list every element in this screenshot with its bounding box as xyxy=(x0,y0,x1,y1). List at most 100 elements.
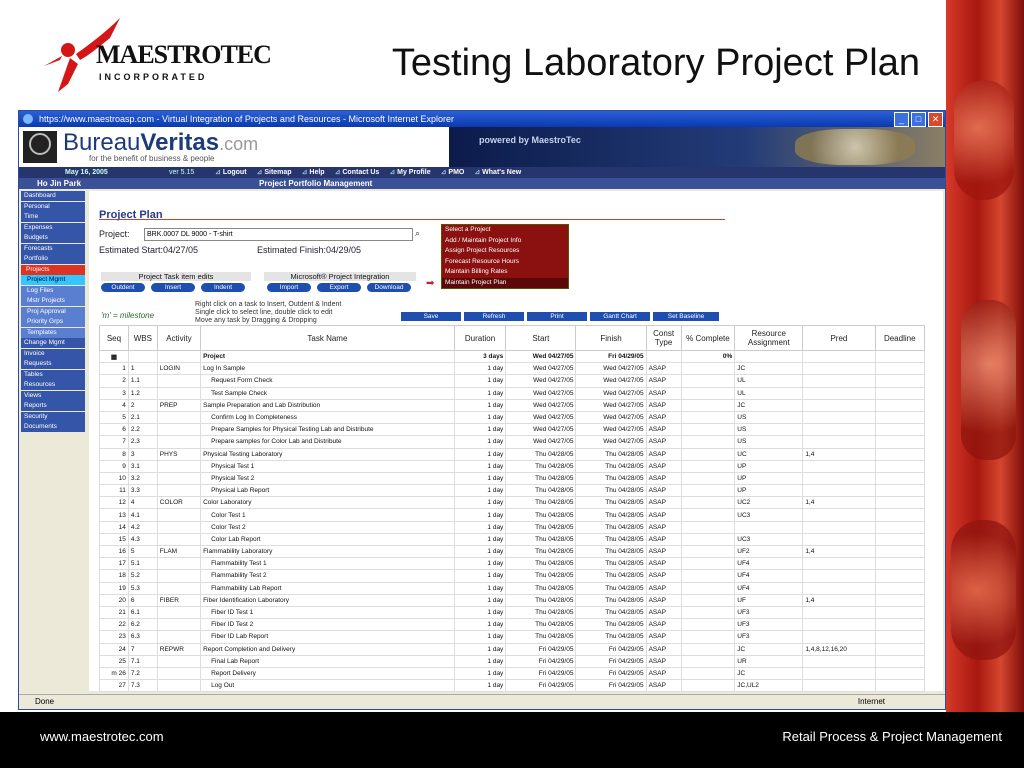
sidebar-item-priority-grps[interactable]: Priority Grps xyxy=(21,317,85,327)
col-resource-assignment[interactable]: Resource Assignment xyxy=(734,325,804,351)
table-row[interactable]: 13 4.1 Color Test 11 day Thu 04/28/05 Thu 04… xyxy=(99,508,925,522)
table-row[interactable]: 1 1 LOGIN Log In Sample 1 day Wed 04/27/05 Wed… xyxy=(99,362,925,376)
insert-button[interactable]: Insert xyxy=(151,283,195,292)
save-button[interactable]: Save xyxy=(401,312,461,321)
sidebar-item-projects[interactable]: Projects xyxy=(21,264,85,275)
sidebar-item-budgets[interactable]: Budgets xyxy=(21,233,85,243)
sidebar-item-templates[interactable]: Templates xyxy=(21,327,85,338)
table-row[interactable]: 17 5.1 Flammability Test 11 day Thu 04/28/0… xyxy=(99,557,925,571)
col-duration[interactable]: Duration xyxy=(453,325,507,351)
table-cell: 2 xyxy=(127,398,158,412)
table-row[interactable]: 6 2.2 Prepare Samples for Physical Testing… xyxy=(99,423,925,437)
table-row[interactable]: 11 3.3 Physical Lab Report 1 day Thu 04/28/0… xyxy=(99,484,925,498)
menu-maintain-project-info[interactable]: Add / Maintain Project Info xyxy=(442,236,568,247)
sidebar-item-portfolio[interactable]: Portfolio xyxy=(21,254,85,264)
table-row[interactable]: 10 3.2 Physical Test 21 day Thu 04/28/05 Thu… xyxy=(99,471,925,486)
gantt-chart-button[interactable]: Gantt Chart xyxy=(590,312,650,321)
table-row[interactable]: m 26 7.2 Report Delivery 1 day Fri 04/29/05 F… xyxy=(99,666,925,681)
table-row[interactable]: 4 2 PREP Sample Preparation and Lab Distrib… xyxy=(99,398,925,412)
table-row[interactable]: 14 4.2 Color Test 21 day Thu 04/28/05 Thu 04… xyxy=(99,520,925,534)
col-percent-complete[interactable]: % Complete xyxy=(680,325,736,351)
table-row[interactable]: 20 6 FIBER Fiber Identification Laboratory 1… xyxy=(99,593,925,607)
table-row[interactable]: 16 5 FLAM Flammability Laboratory 1 day Thu 0… xyxy=(99,544,925,559)
sidebar-item-tables[interactable]: Tables xyxy=(21,369,85,380)
close-button[interactable]: ✕ xyxy=(928,112,943,127)
table-row[interactable]: 3 1.2 Test Sample Check 1 day Wed 04/27/05 We… xyxy=(99,386,925,400)
col-seq[interactable]: Seq xyxy=(99,325,129,351)
indent-button[interactable]: Indent xyxy=(201,283,245,292)
summary-row[interactable]: ▦ Project 3 days Wed 04/27/05 Fri 04/29/… xyxy=(99,349,925,364)
col-wbs[interactable]: WBS xyxy=(127,325,158,351)
nav-logout[interactable]: Logout xyxy=(215,167,247,178)
col-finish[interactable]: Finish xyxy=(575,325,647,351)
table-cell xyxy=(156,618,202,632)
table-cell: 11 xyxy=(99,484,129,498)
menu-select-project[interactable]: Select a Project xyxy=(442,225,568,236)
sidebar-item-project-mgmt[interactable]: Project Mgmt xyxy=(21,275,85,285)
sidebar-item-requests[interactable]: Requests xyxy=(21,359,85,369)
table-row[interactable]: 24 7 REPWR Report Completion and Delivery 1 … xyxy=(99,642,925,656)
maximize-button[interactable]: □ xyxy=(911,112,926,127)
set-baseline-button[interactable]: Set Baseline xyxy=(653,312,719,321)
nav-contact-us[interactable]: Contact Us xyxy=(335,167,379,178)
col-const-type[interactable]: Const Type xyxy=(645,325,682,351)
col-deadline[interactable]: Deadline xyxy=(874,325,925,351)
col-task-name[interactable]: Task Name xyxy=(200,325,455,351)
col-start[interactable]: Start xyxy=(505,325,577,351)
nav-whats-new[interactable]: What's New xyxy=(474,167,521,178)
sidebar-item-personal[interactable]: Personal xyxy=(21,201,85,212)
nav-help[interactable]: Help xyxy=(302,167,324,178)
table-cell: Log In Sample xyxy=(200,362,455,376)
table-cell xyxy=(874,569,925,583)
table-row[interactable]: 8 3 PHYS Physical Testing Laboratory 1 day Th… xyxy=(99,447,925,461)
table-row[interactable]: 2 1.1 Request Form Check 1 day Wed 04/27/05 W… xyxy=(99,374,925,388)
table-cell: 1.2 xyxy=(127,386,158,400)
table-row[interactable]: 9 3.1 Physical Test 11 day Thu 04/28/05 Thu … xyxy=(99,459,925,473)
menu-assign-resources[interactable]: Assign Project Resources xyxy=(442,246,568,257)
export-button[interactable]: Export xyxy=(317,283,361,292)
sidebar-item-views[interactable]: Views xyxy=(21,390,85,401)
table-row[interactable]: 12 4 COLOR Color Laboratory 1 day Thu 04/28/0… xyxy=(99,496,925,510)
sidebar-item-change-mgmt[interactable]: Change Mgmt xyxy=(21,338,85,348)
table-row[interactable]: 7 2.3 Prepare samples for Color Lab and Di… xyxy=(99,435,925,449)
import-button[interactable]: Import xyxy=(267,283,311,292)
sidebar-item-expenses[interactable]: Expenses xyxy=(21,222,85,233)
sidebar-item-documents[interactable]: Documents xyxy=(21,422,85,432)
table-row[interactable]: 19 5.3 Flammability Lab Report 1 day Thu 04/… xyxy=(99,581,925,595)
sidebar-item-reports[interactable]: Reports xyxy=(21,401,85,411)
nav-my-profile[interactable]: My Profile xyxy=(389,167,430,178)
table-row[interactable]: 23 6.3 Fiber ID Lab Report 1 day Thu 04/28/0… xyxy=(99,630,925,644)
table-row[interactable]: 18 5.2 Flammability Test 21 day Thu 04/28/0… xyxy=(99,569,925,583)
binoculars-icon[interactable]: ⌕ xyxy=(415,228,420,239)
sidebar-item-proj-approval[interactable]: Proj Approval xyxy=(21,306,85,317)
project-icon[interactable]: ▦ xyxy=(99,349,129,364)
sidebar-item-forecasts[interactable]: Forecasts xyxy=(21,243,85,254)
download-button[interactable]: Download xyxy=(367,283,411,292)
col-pred[interactable]: Pred xyxy=(802,325,876,351)
table-row[interactable]: 21 6.1 Fiber ID Test 11 day Thu 04/28/05 Thu… xyxy=(99,605,925,620)
sidebar-item-time[interactable]: Time xyxy=(21,212,85,222)
table-row[interactable]: 22 6.2 Fiber ID Test 21 day Thu 04/28/05 Thu… xyxy=(99,618,925,632)
sidebar-item-log-files[interactable]: Log Files xyxy=(21,285,85,296)
sidebar-item-invoice[interactable]: Invoice xyxy=(21,348,85,359)
menu-forecast-hours[interactable]: Forecast Resource Hours xyxy=(442,257,568,268)
table-row[interactable]: 27 7.3 Log Out 1 day Fri 04/29/05 Fri 04/29/0… xyxy=(99,679,925,693)
nav-sitemap[interactable]: Sitemap xyxy=(257,167,291,178)
menu-billing-rates[interactable]: Maintain Billing Rates xyxy=(442,267,568,278)
browser-status-bar: Done Internet xyxy=(19,694,945,709)
table-row[interactable]: 5 2.1 Confirm Log In Completeness 1 day Wed … xyxy=(99,410,925,425)
refresh-button[interactable]: Refresh xyxy=(464,312,524,321)
print-button[interactable]: Print xyxy=(527,312,587,321)
project-input[interactable]: BRK.0007 DL 9000 - T-shirt xyxy=(144,228,413,241)
sidebar-item-security[interactable]: Security xyxy=(21,411,85,422)
table-row[interactable]: 15 4.3 Color Lab Report 1 day Thu 04/28/05 Th… xyxy=(99,532,925,547)
col-activity[interactable]: Activity xyxy=(156,325,202,351)
minimize-button[interactable]: _ xyxy=(894,112,909,127)
table-row[interactable]: 25 7.1 Final Lab Report 1 day Fri 04/29/05 Fr… xyxy=(99,654,925,668)
sidebar-item-resources[interactable]: Resources xyxy=(21,380,85,390)
nav-pmo[interactable]: PMO xyxy=(441,167,464,178)
sidebar-item-mstr-projects[interactable]: Mstr Projects xyxy=(21,296,85,306)
menu-maintain-project-plan[interactable]: Maintain Project Plan xyxy=(442,277,568,288)
sidebar-item-dashboard[interactable]: Dashboard xyxy=(21,191,85,201)
outdent-button[interactable]: Outdent xyxy=(101,283,145,292)
